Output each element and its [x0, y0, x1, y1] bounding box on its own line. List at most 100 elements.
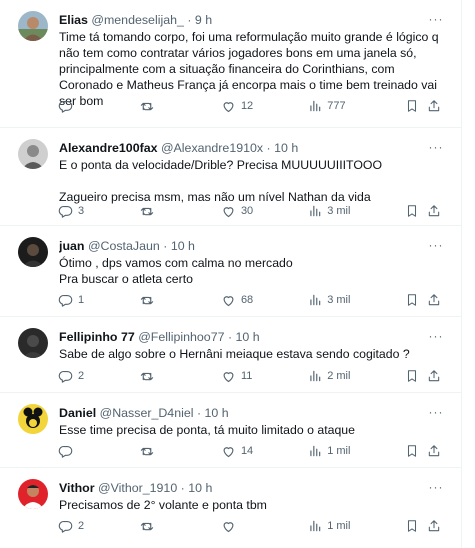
share-button[interactable]: [427, 519, 444, 533]
display-name[interactable]: Fellipinho 77: [59, 330, 135, 344]
retweet-button[interactable]: [139, 99, 220, 114]
more-icon[interactable]: ···: [428, 404, 444, 420]
views-button[interactable]: 3 mil: [308, 293, 405, 307]
share-button[interactable]: [427, 99, 444, 113]
timestamp[interactable]: 9 h: [195, 13, 212, 27]
user-handle[interactable]: @Fellipinhoo77: [138, 330, 224, 344]
like-button[interactable]: 12: [221, 99, 308, 114]
reply-button[interactable]: [58, 444, 139, 459]
more-icon[interactable]: ···: [428, 11, 444, 27]
display-name[interactable]: juan: [59, 239, 84, 253]
avatar[interactable]: [18, 139, 48, 169]
like-button[interactable]: [221, 519, 308, 534]
action-bar: 1 68 3 mil: [58, 291, 444, 309]
timestamp[interactable]: 10 h: [236, 330, 260, 344]
tweet-header: Alexandre100fax @Alexandre1910x · 10 h: [59, 139, 422, 157]
share-button[interactable]: [427, 293, 444, 307]
avatar[interactable]: [18, 11, 48, 41]
like-button[interactable]: 14: [221, 444, 308, 459]
share-button[interactable]: [427, 369, 444, 383]
more-icon[interactable]: ···: [428, 139, 444, 155]
retweet-button[interactable]: [139, 204, 220, 219]
more-icon[interactable]: ···: [428, 479, 444, 495]
like-button[interactable]: 68: [221, 293, 308, 308]
like-icon: [223, 371, 234, 382]
reply-tweet[interactable]: Daniel @Nasser_D4niel · 10 h ··· Esse ti…: [0, 393, 462, 468]
bookmark-button[interactable]: [405, 444, 426, 458]
reply-tweet[interactable]: Fellipinho 77 @Fellipinhoo77 · 10 h ··· …: [0, 317, 462, 393]
more-icon[interactable]: ···: [428, 237, 444, 253]
avatar[interactable]: [18, 404, 48, 434]
bookmark-button[interactable]: [405, 519, 426, 533]
views-button[interactable]: 2 mil: [308, 369, 405, 383]
views-button[interactable]: 1 mil: [308, 519, 405, 533]
avatar[interactable]: [18, 479, 48, 509]
tweet-text: Ótimo , dps vamos com calma no mercado P…: [59, 256, 293, 286]
reply-button[interactable]: 2: [58, 519, 139, 534]
reply-tweet[interactable]: Alexandre100fax @Alexandre1910x · 10 h ·…: [0, 128, 462, 226]
retweet-button[interactable]: [139, 444, 220, 459]
reply-feed: Elias @mendeselijah_ · 9 h ··· Time tá t…: [0, 0, 462, 548]
retweet-icon: [141, 296, 154, 304]
reply-icon: [58, 294, 73, 307]
like-button[interactable]: 30: [221, 204, 308, 219]
bookmark-icon: [408, 370, 417, 382]
bookmark-button[interactable]: [405, 204, 426, 218]
timestamp[interactable]: 10 h: [188, 481, 212, 495]
user-handle[interactable]: @Vithor_1910: [98, 481, 177, 495]
tweet-text: Sabe de algo sobre o Hernâni meiaque est…: [59, 347, 410, 361]
share-button[interactable]: [427, 444, 444, 458]
like-icon: [223, 521, 234, 532]
action-bar: 2 1 mil: [58, 517, 444, 535]
views-button[interactable]: 777: [308, 99, 405, 113]
views-icon: [310, 205, 321, 217]
reply-button[interactable]: 2: [58, 369, 139, 384]
timestamp[interactable]: 10 h: [171, 239, 195, 253]
reply-tweet[interactable]: Elias @mendeselijah_ · 9 h ··· Time tá t…: [0, 0, 462, 128]
display-name[interactable]: Daniel: [59, 406, 96, 420]
display-name[interactable]: Elias: [59, 13, 88, 27]
tweet-header: Elias @mendeselijah_ · 9 h: [59, 11, 422, 29]
user-handle[interactable]: @Nasser_D4niel: [100, 406, 194, 420]
like-count: 12: [240, 100, 254, 112]
views-icon: [310, 370, 321, 382]
avatar[interactable]: [18, 237, 48, 267]
display-name[interactable]: Alexandre100fax: [59, 141, 158, 155]
user-handle[interactable]: @mendeselijah_: [91, 13, 183, 27]
retweet-icon: [141, 447, 154, 455]
views-button[interactable]: 1 mil: [308, 444, 405, 458]
tweet-header: Vithor @Vithor_1910 · 10 h: [59, 479, 422, 497]
like-button[interactable]: 11: [221, 369, 308, 384]
bookmark-icon: [408, 100, 417, 112]
tweet-header: juan @CostaJaun · 10 h: [59, 237, 422, 255]
bookmark-button[interactable]: [405, 369, 426, 383]
action-bar: 14 1 mil: [58, 442, 444, 460]
reply-button[interactable]: 3: [58, 204, 139, 219]
bookmark-button[interactable]: [405, 99, 426, 113]
display-name[interactable]: Vithor: [59, 481, 95, 495]
retweet-button[interactable]: [139, 369, 220, 384]
reply-tweet[interactable]: Vithor @Vithor_1910 · 10 h ··· Precisamo…: [0, 468, 462, 548]
user-handle[interactable]: @CostaJaun: [88, 239, 160, 253]
reply-button[interactable]: [58, 99, 139, 114]
timestamp[interactable]: 10 h: [205, 406, 229, 420]
like-count: 30: [240, 205, 254, 217]
retweet-button[interactable]: [139, 519, 220, 534]
timestamp[interactable]: 10 h: [274, 141, 298, 155]
more-icon[interactable]: ···: [428, 328, 444, 344]
tweet-text: E o ponta da velocidade/Drible? Precisa …: [59, 158, 383, 204]
bookmark-icon: [408, 205, 417, 217]
separator-dot: ·: [163, 239, 168, 253]
bookmark-button[interactable]: [405, 293, 426, 307]
separator-dot: ·: [180, 481, 185, 495]
user-handle[interactable]: @Alexandre1910x: [161, 141, 263, 155]
retweet-button[interactable]: [139, 293, 220, 308]
reply-button[interactable]: 1: [58, 293, 139, 308]
views-button[interactable]: 3 mil: [308, 204, 405, 218]
share-icon: [428, 205, 439, 217]
share-button[interactable]: [427, 204, 444, 218]
views-icon: [310, 100, 321, 112]
reply-tweet[interactable]: juan @CostaJaun · 10 h ··· Ótimo , dps v…: [0, 226, 462, 317]
avatar[interactable]: [18, 328, 48, 358]
tweet-header: Fellipinho 77 @Fellipinhoo77 · 10 h: [59, 328, 422, 346]
